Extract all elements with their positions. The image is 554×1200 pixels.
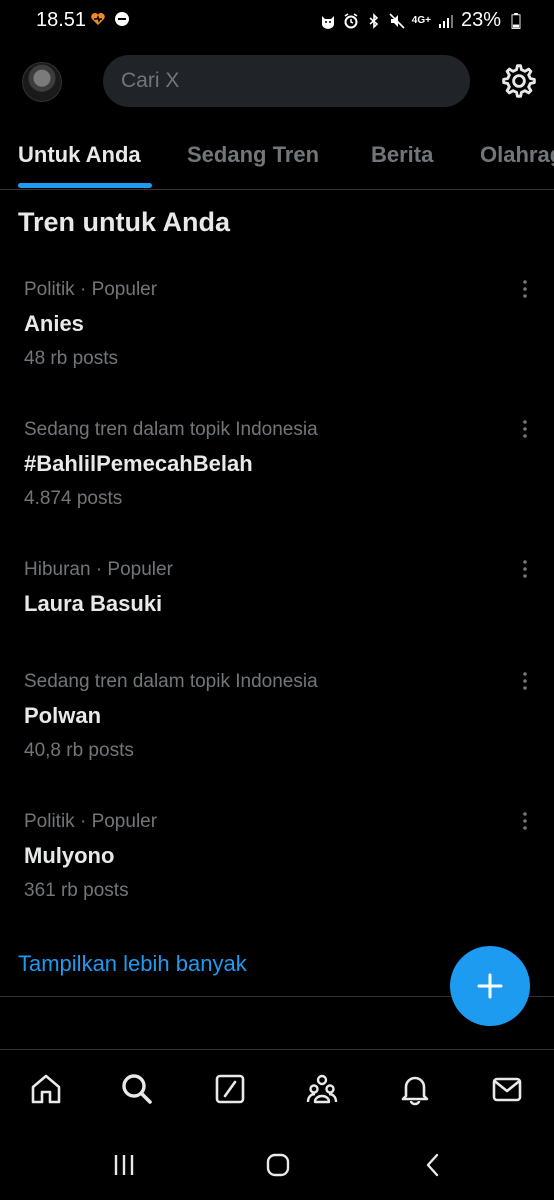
trend-item[interactable]: Sedang tren dalam topik Indonesia #Bahli… <box>0 419 554 539</box>
messages-icon[interactable] <box>490 1072 524 1106</box>
home-button-icon[interactable] <box>265 1152 291 1178</box>
more-options-icon[interactable] <box>516 811 534 833</box>
explore-screen: 18.51 4G+ 23% Cari X Untuk Anda Sedang T… <box>0 0 554 1200</box>
trend-item[interactable]: Hiburan · Populer Laura Basuki <box>0 559 554 679</box>
trend-item[interactable]: Sedang tren dalam topik Indonesia Polwan… <box>0 671 554 791</box>
trend-name: Polwan <box>24 703 102 728</box>
communities-icon[interactable] <box>305 1072 339 1106</box>
trend-category: Politik · Populer <box>24 279 158 300</box>
alarm-icon <box>344 12 358 28</box>
status-notification-icons <box>90 11 130 27</box>
grok-icon[interactable] <box>213 1072 247 1106</box>
trend-category: Politik · Populer <box>24 811 158 832</box>
explore-tabs: Untuk Anda Sedang Tren Berita Olahraga <box>0 128 554 190</box>
more-options-icon[interactable] <box>516 279 534 301</box>
system-navigation-bar <box>0 1130 554 1200</box>
more-options-icon[interactable] <box>516 419 534 441</box>
battery-icon <box>511 12 521 29</box>
trend-name: Mulyono <box>24 843 115 868</box>
search-icon[interactable] <box>120 1072 154 1106</box>
do-not-disturb-icon <box>115 12 129 26</box>
cat-app-icon <box>321 15 334 29</box>
trend-category: Sedang tren dalam topik Indonesia <box>24 671 318 692</box>
trend-name: Laura Basuki <box>24 591 163 616</box>
trend-item[interactable]: Politik · Populer Anies 48 rb posts <box>0 279 554 399</box>
signal-icon <box>438 14 453 28</box>
trend-category: Hiburan · Populer <box>24 559 173 580</box>
bottom-navigation <box>0 1049 554 1129</box>
plus-icon <box>477 973 503 999</box>
trend-item[interactable]: Politik · Populer Mulyono 361 rb posts <box>0 811 554 931</box>
tab-untuk-anda[interactable]: Untuk Anda <box>18 142 141 168</box>
section-title: Tren untuk Anda <box>18 207 231 237</box>
active-tab-indicator <box>18 183 152 188</box>
trend-name: Anies <box>24 311 84 336</box>
more-options-icon[interactable] <box>516 559 534 581</box>
back-icon[interactable] <box>420 1152 446 1178</box>
mute-icon <box>389 12 405 29</box>
profile-avatar[interactable] <box>22 62 62 102</box>
battery-percentage: 23% <box>460 9 501 31</box>
tab-sedang-tren[interactable]: Sedang Tren <box>187 142 319 168</box>
trend-name: #BahlilPemecahBelah <box>24 451 253 476</box>
trend-post-count: 48 rb posts <box>24 348 118 369</box>
trend-post-count: 4.874 posts <box>24 488 123 509</box>
compose-post-button[interactable] <box>450 946 530 1026</box>
trend-category: Sedang tren dalam topik Indonesia <box>24 419 318 440</box>
search-placeholder: Cari X <box>121 69 180 92</box>
status-system-icons: 4G+ 23% <box>320 9 524 32</box>
recent-apps-icon[interactable] <box>111 1152 137 1178</box>
search-input[interactable]: Cari X <box>103 55 470 107</box>
network-type: 4G+ <box>411 14 431 26</box>
status-bar: 18.51 4G+ 23% <box>0 0 554 44</box>
tab-berita[interactable]: Berita <box>371 142 433 168</box>
heart-app-icon <box>91 13 105 25</box>
gear-icon[interactable] <box>500 62 538 100</box>
status-time: 18.51 <box>36 9 87 31</box>
trend-post-count: 40,8 rb posts <box>24 740 134 761</box>
more-options-icon[interactable] <box>516 671 534 693</box>
bluetooth-icon <box>369 12 378 29</box>
show-more-link[interactable]: Tampilkan lebih banyak <box>18 951 247 977</box>
trend-post-count: 361 rb posts <box>24 880 129 901</box>
home-icon[interactable] <box>29 1072 63 1106</box>
tab-olahraga[interactable]: Olahraga <box>480 142 554 168</box>
notifications-icon[interactable] <box>398 1072 432 1106</box>
